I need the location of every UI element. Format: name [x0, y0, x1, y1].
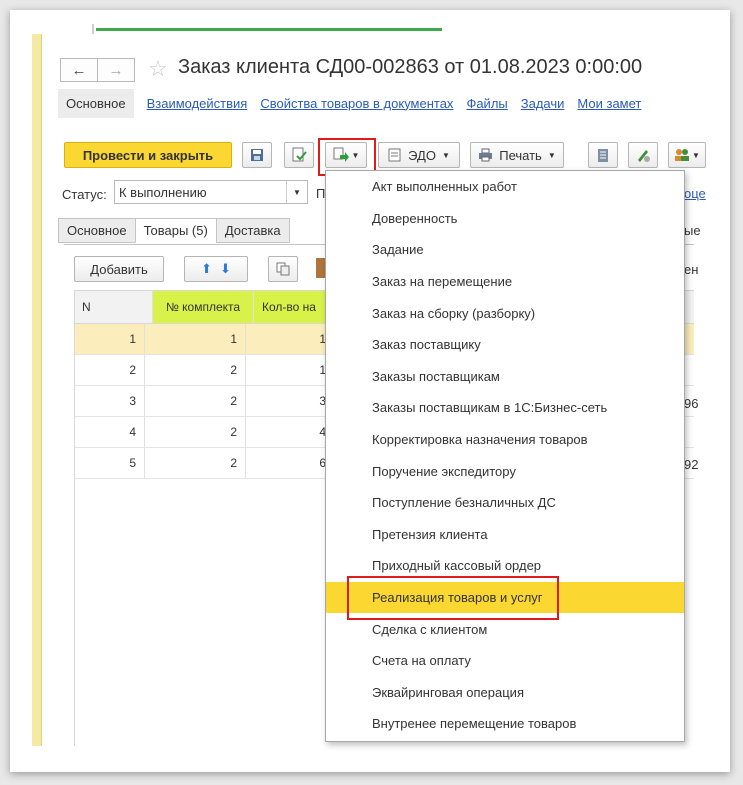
tab-products[interactable]: Товары (5)	[134, 218, 217, 243]
menu-item-highlight	[347, 576, 559, 620]
cell-kit: 2	[145, 386, 246, 416]
cell-qty: 4	[246, 417, 327, 447]
edo-button[interactable]: ЭДО ▼	[378, 142, 460, 168]
list-document-icon	[598, 148, 608, 162]
menu-item[interactable]: Эквайринговая операция	[326, 677, 684, 709]
tab-delivery[interactable]: Доставка	[215, 218, 290, 243]
cell-n: 1	[74, 324, 145, 354]
left-panel-strip	[32, 34, 42, 746]
menu-item[interactable]: Заказ на сборку (разборку)	[326, 297, 684, 329]
edo-label: ЭДО	[408, 147, 436, 163]
menu-item[interactable]: Доверенность	[326, 203, 684, 235]
table-left-border	[74, 290, 75, 746]
link-main[interactable]: Основное	[58, 88, 134, 118]
cell-kit: 2	[145, 417, 246, 447]
col-n[interactable]: N	[74, 291, 153, 323]
cell-extra-row5: 92	[684, 457, 699, 472]
arrow-down-icon[interactable]: ⬇	[220, 261, 231, 277]
print-button[interactable]: Печать ▼	[470, 142, 564, 168]
tab-main[interactable]: Основное	[58, 218, 136, 243]
cell-qty: 1	[246, 324, 327, 354]
menu-item[interactable]: Корректировка назначения товаров	[326, 424, 684, 456]
save-button[interactable]	[242, 142, 272, 168]
table-toolbar-fragment[interactable]: ен	[684, 262, 698, 277]
menu-item[interactable]: Претензия клиента	[326, 519, 684, 551]
move-rows-buttons[interactable]: ⬆ ⬇	[184, 256, 248, 282]
dropdown-arrow-icon: ▼	[547, 150, 556, 160]
cell-extra-row3: 96	[684, 396, 699, 411]
edo-document-icon	[388, 148, 401, 162]
tab-divider	[92, 24, 94, 34]
post-button[interactable]	[284, 142, 314, 168]
arrow-left-icon: ←	[71, 61, 87, 79]
arrow-right-icon: →	[108, 61, 124, 79]
history-nav: ← →	[60, 58, 135, 82]
printer-icon	[479, 148, 493, 162]
chevron-down-icon[interactable]: ▼	[286, 181, 307, 203]
active-window-indicator	[96, 28, 442, 31]
report-button[interactable]	[588, 142, 618, 168]
menu-item[interactable]: Заказы поставщикам	[326, 361, 684, 393]
form-tabs: Основное Товары (5) Доставка	[58, 218, 290, 243]
cell-qty: 1	[246, 355, 327, 385]
copy-icon	[276, 262, 290, 276]
status-value: К выполнению	[119, 185, 207, 200]
menu-item[interactable]: Заказ поставщику	[326, 329, 684, 361]
link-files[interactable]: Файлы	[466, 96, 507, 111]
process-link[interactable]: оце	[684, 186, 706, 201]
copy-row-button[interactable]	[268, 256, 298, 282]
cell-qty: 6	[246, 448, 327, 478]
menu-item[interactable]: Акт выполненных работ	[326, 171, 684, 203]
dropdown-arrow-icon: ▼	[441, 150, 450, 160]
pen-sign-icon	[638, 150, 650, 162]
col-kit-number[interactable]: № комплекта	[153, 291, 254, 323]
post-and-close-button[interactable]: Провести и закрыть	[64, 142, 232, 168]
floppy-disk-icon	[251, 149, 263, 161]
users-icon	[675, 149, 690, 161]
menu-item[interactable]: Поручение экспедитору	[326, 455, 684, 487]
sign-button[interactable]	[628, 142, 658, 168]
favorite-star-icon[interactable]: ☆	[148, 56, 168, 82]
cell-kit: 2	[145, 448, 246, 478]
menu-item[interactable]: Счета на оплату	[326, 645, 684, 677]
menu-item[interactable]: Внутренее перемещение товаров	[326, 708, 684, 740]
link-my-notes[interactable]: Мои замет	[577, 96, 641, 111]
link-interactions[interactable]: Взаимодействия	[147, 96, 248, 111]
link-product-properties[interactable]: Свойства товаров в документах	[260, 96, 453, 111]
dropdown-arrow-icon: ▼	[692, 150, 700, 160]
menu-item[interactable]: Задание	[326, 234, 684, 266]
cell-n: 2	[74, 355, 145, 385]
users-button[interactable]: ▼	[668, 142, 706, 168]
add-row-button[interactable]: Добавить	[74, 256, 164, 282]
forward-button[interactable]: →	[98, 58, 135, 82]
link-tasks[interactable]: Задачи	[521, 96, 565, 111]
menu-item[interactable]: Заказ на перемещение	[326, 266, 684, 298]
print-label: Печать	[499, 147, 542, 163]
page-title: Заказ клиента СД00-002863 от 01.08.2023 …	[178, 56, 643, 78]
next-field-label: П	[316, 186, 326, 201]
cell-kit: 2	[145, 355, 246, 385]
arrow-up-icon[interactable]: ⬆	[201, 261, 212, 277]
cell-n: 4	[74, 417, 145, 447]
tab-fragment[interactable]: ые	[684, 223, 701, 238]
menu-item[interactable]: Поступление безналичных ДС	[326, 487, 684, 519]
post-document-icon	[292, 147, 307, 162]
back-button[interactable]: ←	[60, 58, 98, 82]
form-links-bar: Основное Взаимодействия Свойства товаров…	[58, 88, 641, 118]
status-label: Статус:	[62, 187, 107, 202]
cell-qty: 3	[246, 386, 327, 416]
cell-n: 3	[74, 386, 145, 416]
menu-item[interactable]: Заказы поставщикам в 1С:Бизнес-сеть	[326, 392, 684, 424]
status-field[interactable]: К выполнению ▼	[114, 180, 308, 204]
cell-n: 5	[74, 448, 145, 478]
create-based-on-menu: Акт выполненных работ Доверенность Задан…	[325, 170, 685, 742]
cell-kit: 1	[145, 324, 246, 354]
